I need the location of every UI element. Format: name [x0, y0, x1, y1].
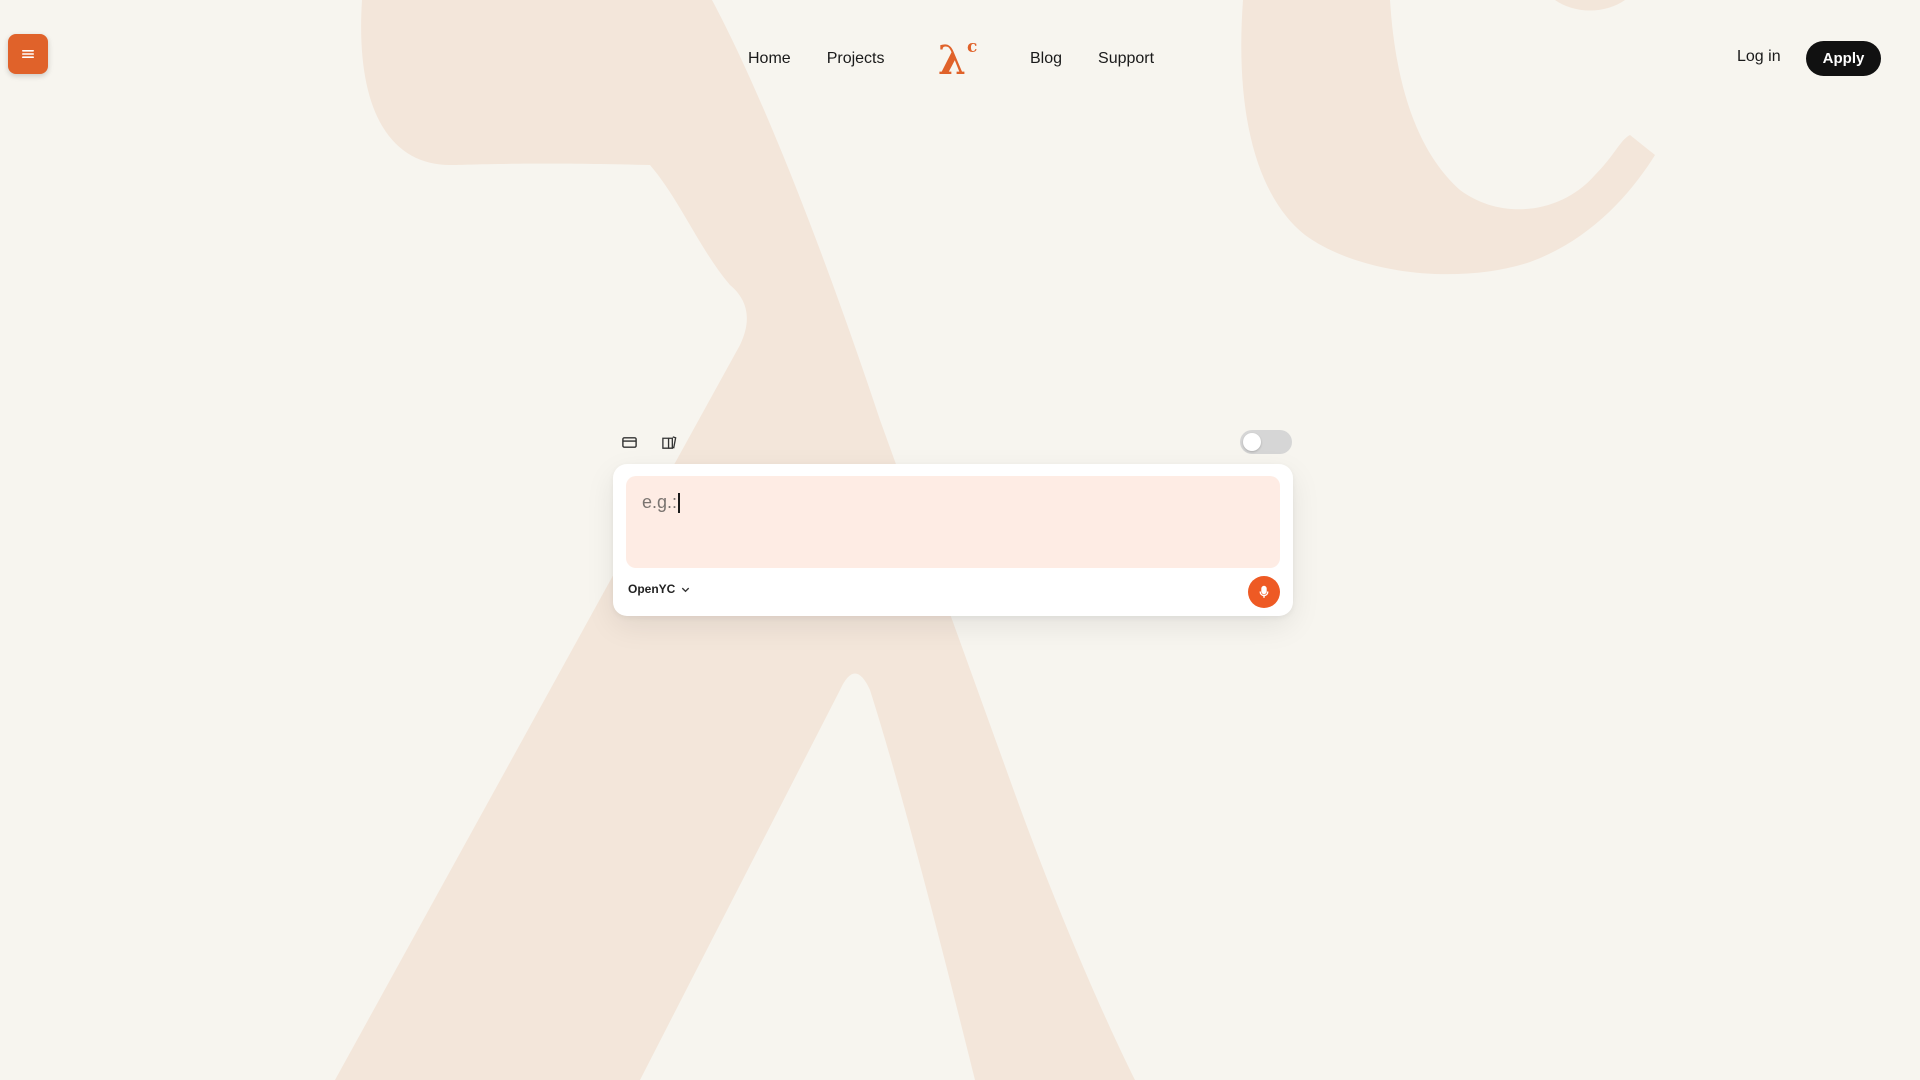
book-icon — [661, 435, 676, 449]
nav-home[interactable]: Home — [748, 50, 791, 68]
main-nav-left: Home Projects — [748, 44, 920, 74]
logo-glyph: λ — [938, 37, 966, 80]
main-nav-right: Blog Support — [1030, 44, 1190, 74]
logo-superscript: c — [967, 37, 977, 57]
nav-blog[interactable]: Blog — [1030, 50, 1062, 68]
nav-support[interactable]: Support — [1098, 50, 1154, 68]
prompt-text-container: e.g.: — [642, 492, 681, 513]
nav-projects[interactable]: Projects — [827, 50, 885, 68]
page: Home Projects λ c Blog Support Log in Ap… — [0, 0, 1920, 1080]
model-selector[interactable]: OpenYC — [628, 582, 691, 596]
card-button[interactable] — [619, 432, 639, 452]
model-label: OpenYC — [628, 582, 676, 596]
apply-button[interactable]: Apply — [1806, 41, 1881, 76]
card-icon — [621, 436, 637, 448]
text-caret — [678, 492, 681, 513]
prompt-input[interactable]: e.g.: — [626, 476, 1280, 568]
prompt-card: e.g.: OpenYC — [613, 464, 1293, 616]
prompt-text: e.g.: — [642, 492, 678, 512]
mode-toggle[interactable] — [1240, 430, 1292, 454]
microphone-icon — [1259, 585, 1269, 598]
logo-icon[interactable]: λ c — [938, 34, 982, 80]
toggle-knob — [1243, 433, 1261, 451]
microphone-button[interactable] — [1248, 576, 1280, 608]
book-button[interactable] — [659, 432, 679, 452]
chevron-down-icon — [682, 587, 690, 592]
login-link[interactable]: Log in — [1737, 48, 1781, 66]
menu-icon — [22, 50, 34, 58]
menu-button[interactable] — [8, 34, 48, 74]
